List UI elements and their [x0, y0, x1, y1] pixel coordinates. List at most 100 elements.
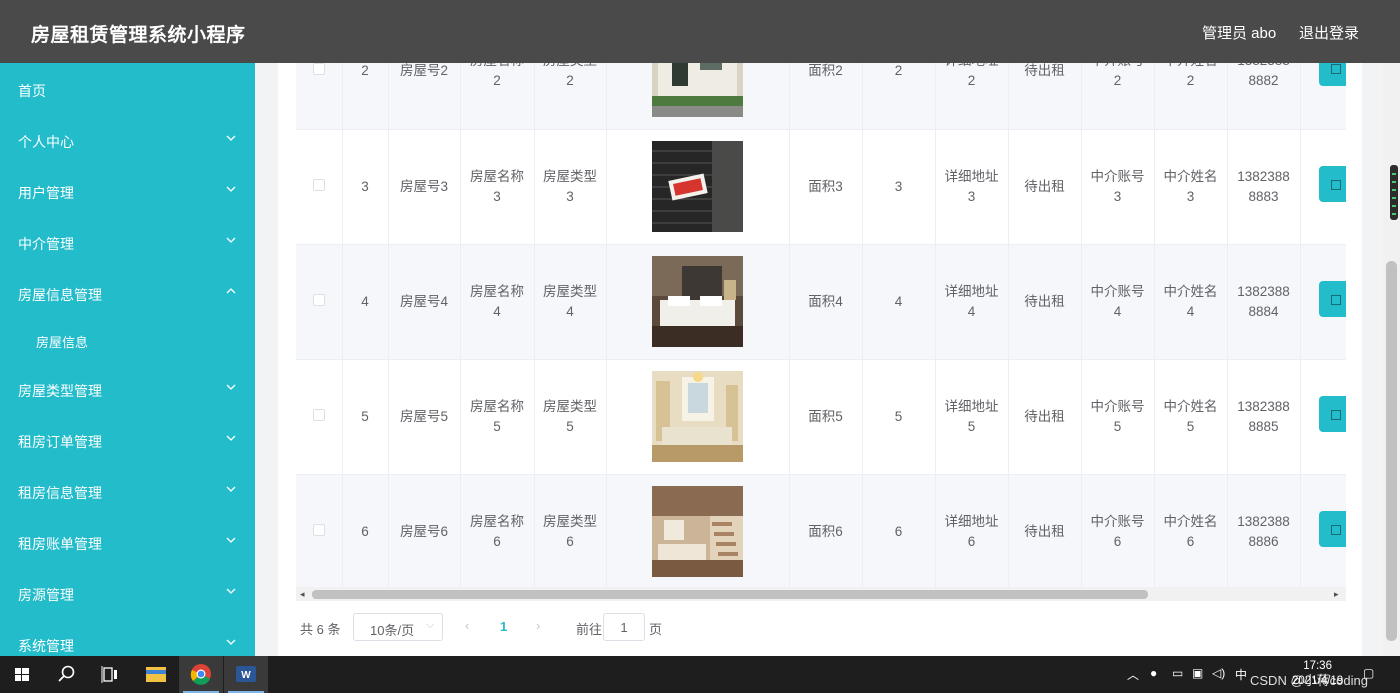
sidebar-item-label: 租房账单管理 — [18, 536, 102, 552]
vertical-scroll-thumb[interactable] — [1386, 261, 1397, 641]
row-select-cell[interactable] — [296, 359, 343, 475]
view-details-button[interactable] — [1318, 395, 1346, 432]
chevron-down-icon — [226, 186, 236, 192]
table-row[interactable]: 2 房屋号2 房屋名称 2 房屋类型 2 面积2 2 详细地址 2 待出租 中介账号 2 中介姓名 2 138… — [296, 63, 1346, 130]
sidebar-item[interactable]: 房屋信息管理 — [0, 274, 255, 314]
cell-text: 1382388 — [1237, 283, 1290, 299]
ime-indicator[interactable]: 中 — [1235, 666, 1247, 683]
view-details-button[interactable] — [1318, 63, 1346, 87]
cell-actions — [1300, 129, 1346, 245]
cell-status: 待出租 — [1008, 129, 1082, 245]
battery-icon[interactable]: ▭ — [1172, 666, 1183, 680]
sidebar-item[interactable]: 首页 — [0, 70, 255, 110]
view-details-button[interactable] — [1318, 165, 1346, 202]
cell-photo — [606, 129, 790, 245]
cell-house-no: 房屋号3 — [388, 129, 461, 245]
goto-page-input[interactable]: 1 — [603, 613, 645, 641]
search-icon[interactable] — [44, 656, 88, 693]
cell-text: 中介账号 — [1091, 63, 1145, 68]
cell-actions — [1300, 244, 1346, 360]
cell-text: 4 — [493, 303, 501, 319]
cell-photo — [606, 359, 790, 475]
cell-text: 3 — [967, 188, 976, 204]
cell-status: 待出租 — [1008, 474, 1082, 590]
task-view-icon[interactable] — [88, 656, 132, 693]
cell-index: 6 — [342, 474, 389, 590]
horizontal-scroll-thumb[interactable] — [312, 590, 1148, 599]
page-size-select[interactable]: 10条/页 ⌵ — [353, 613, 443, 641]
chevron-down-icon — [226, 639, 236, 645]
page-size-value: 10条/页 — [370, 623, 415, 638]
page-vertical-scrollbar[interactable] — [1383, 63, 1400, 656]
cell-text: 6 — [967, 533, 976, 549]
current-page-number[interactable]: 1 — [500, 619, 507, 634]
cell-text: 1382388 — [1237, 168, 1290, 184]
cell-text: 详细地址 — [944, 398, 999, 414]
word-icon[interactable]: W — [224, 656, 268, 693]
sidebar-item[interactable]: 房屋类型管理 — [0, 370, 255, 410]
volume-icon[interactable]: ◁) — [1212, 666, 1225, 680]
table-row[interactable]: 3 房屋号3 房屋名称 3 房屋类型 3 面积3 3 详细地址 3 待出租 中介账号 3 中介姓名 3 138… — [296, 129, 1346, 245]
row-checkbox[interactable] — [312, 293, 325, 306]
sidebar-item[interactable]: 系统管理 — [0, 625, 255, 656]
network-icon[interactable]: ▣ — [1192, 666, 1203, 680]
sidebar-item[interactable]: 用户管理 — [0, 172, 255, 212]
sidebar-item[interactable]: 租房账单管理 — [0, 523, 255, 563]
tray-app-icon[interactable]: ● — [1150, 666, 1157, 680]
cell-actions — [1300, 474, 1346, 590]
cell-text: 5 — [361, 408, 369, 424]
cell-text: 中介姓名 — [1163, 513, 1218, 529]
cell-text: 5 — [493, 418, 501, 434]
house-photo[interactable] — [652, 486, 743, 577]
cell-text: 中介姓名 — [1163, 283, 1218, 299]
scroll-left-arrow-icon[interactable]: ◂ — [300, 589, 305, 600]
view-details-button[interactable] — [1318, 280, 1346, 317]
sidebar-item[interactable]: 租房信息管理 — [0, 472, 255, 512]
table-horizontal-scrollbar[interactable]: ◂ ▸ — [296, 587, 1346, 601]
table-row[interactable]: 6 房屋号6 房屋名称 6 房屋类型 6 面积6 6 详细地址 6 待出租 中介账号 6 中介姓名 6 138… — [296, 474, 1346, 590]
row-checkbox[interactable] — [312, 408, 325, 421]
cell-text: 房屋号4 — [399, 293, 448, 309]
cell-area: 面积3 — [789, 129, 863, 245]
tray-expand-icon[interactable]: ︿ — [1127, 666, 1139, 683]
row-select-cell[interactable] — [296, 474, 343, 590]
file-explorer-icon[interactable] — [134, 656, 178, 693]
cell-phone: 1382388 8885 — [1227, 359, 1301, 475]
cell-text: 3 — [493, 188, 501, 204]
chrome-icon[interactable] — [179, 656, 223, 693]
sidebar-item[interactable]: 房屋信息 — [0, 321, 255, 361]
windows-start-icon[interactable] — [0, 656, 44, 693]
sidebar-item[interactable]: 房源管理 — [0, 574, 255, 614]
table-row[interactable]: 5 房屋号5 房屋名称 5 房屋类型 5 面积5 5 详细地址 5 待出租 中介账号 5 中介姓名 5 138… — [296, 359, 1346, 475]
view-details-button[interactable] — [1318, 510, 1346, 547]
house-photo[interactable] — [652, 371, 743, 462]
cell-text: 2 — [967, 73, 976, 89]
cell-text: 待出租 — [1024, 293, 1065, 309]
cell-text: 房屋号6 — [399, 523, 448, 539]
top-header: 房屋租赁管理系统小程序 管理员 abo 退出登录 — [0, 0, 1400, 63]
cell-text: 1382388 — [1237, 63, 1290, 68]
house-photo[interactable] — [652, 141, 743, 232]
cell-number: 5 — [862, 359, 936, 475]
sidebar-item[interactable]: 个人中心 — [0, 121, 255, 161]
row-checkbox[interactable] — [312, 63, 325, 76]
table-row[interactable]: 4 房屋号4 房屋名称 4 房屋类型 4 面积4 4 详细地址 4 待出租 中介账号 4 中介姓名 4 138… — [296, 244, 1346, 360]
sidebar-item[interactable]: 中介管理 — [0, 223, 255, 263]
house-photo[interactable] — [652, 63, 743, 117]
row-checkbox[interactable] — [312, 178, 325, 191]
cell-address: 详细地址 6 — [935, 474, 1009, 590]
cell-address: 详细地址 2 — [935, 63, 1009, 130]
goto-label: 前往 — [576, 622, 603, 637]
logout-link[interactable]: 退出登录 — [1299, 22, 1359, 43]
cell-text: 6 — [566, 533, 574, 549]
house-photo[interactable] — [652, 256, 743, 347]
prev-page-button[interactable]: ‹ — [465, 618, 469, 633]
cell-number: 3 — [862, 129, 936, 245]
next-page-button[interactable]: › — [536, 618, 540, 633]
row-select-cell[interactable] — [296, 244, 343, 360]
row-checkbox[interactable] — [312, 523, 325, 536]
sidebar-item[interactable]: 租房订单管理 — [0, 421, 255, 461]
row-select-cell[interactable] — [296, 63, 343, 130]
row-select-cell[interactable] — [296, 129, 343, 245]
scroll-right-arrow-icon[interactable]: ▸ — [1334, 589, 1339, 600]
